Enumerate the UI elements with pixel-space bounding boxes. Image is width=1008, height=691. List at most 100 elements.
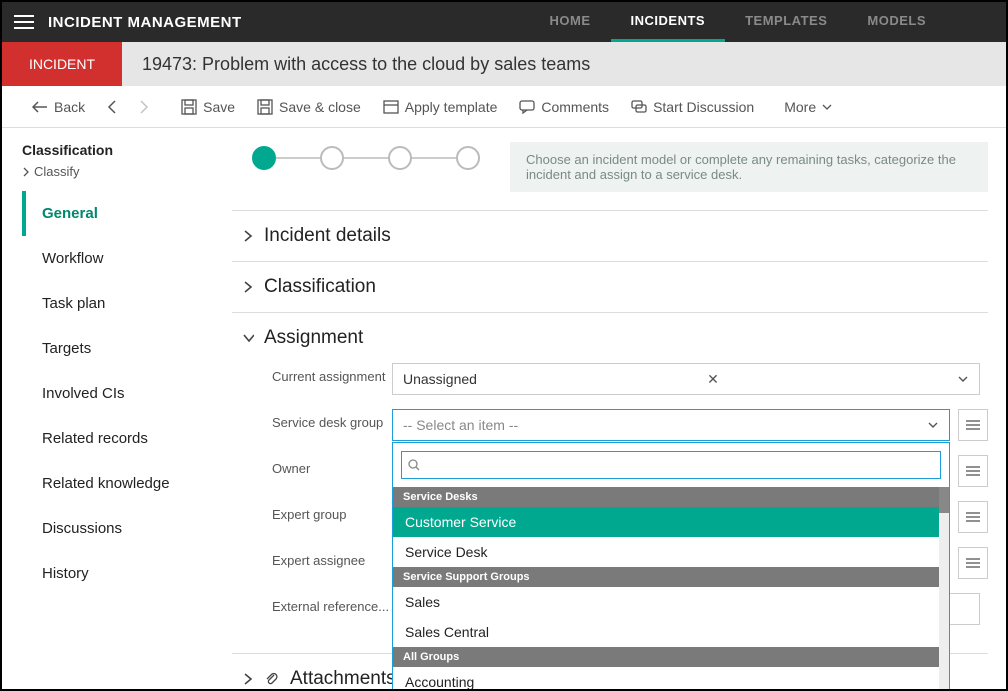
menu-icon[interactable] [2, 2, 46, 42]
section-incident-details: Incident details [232, 210, 988, 261]
record-type-badge: INCIDENT [2, 42, 122, 86]
lookup-button[interactable] [958, 501, 988, 533]
dropdown-list: Service Desks Customer Service Service D… [393, 487, 949, 689]
record-title: 19473: Problem with access to the cloud … [122, 42, 590, 86]
start-discussion-label: Start Discussion [653, 99, 754, 115]
step-connector [344, 157, 388, 159]
step-connector [412, 157, 456, 159]
clear-icon[interactable]: ✕ [707, 371, 719, 388]
sidebar-heading: Classification [22, 142, 232, 158]
back-button[interactable]: Back [22, 95, 95, 119]
sidebar-item-task-plan[interactable]: Task plan [22, 281, 232, 326]
save-icon [181, 99, 197, 115]
chevron-right-icon [242, 280, 254, 294]
save-button[interactable]: Save [171, 95, 245, 119]
list-icon [965, 419, 981, 431]
dropdown-item-customer-service[interactable]: Customer Service [393, 507, 949, 537]
lookup-button[interactable] [958, 547, 988, 579]
record-banner: INCIDENT 19473: Problem with access to t… [2, 42, 1006, 86]
sidebar-item-discussions[interactable]: Discussions [22, 506, 232, 551]
sidebar-item-related-records[interactable]: Related records [22, 416, 232, 461]
chevron-right-icon [22, 167, 30, 177]
sidebar-item-history[interactable]: History [22, 551, 232, 596]
section-classification: Classification [232, 261, 988, 312]
sidebar: Classification Classify General Workflow… [2, 128, 232, 689]
sidebar-item-related-knowledge[interactable]: Related knowledge [22, 461, 232, 506]
service-desk-group-select[interactable]: -- Select an item -- [392, 409, 950, 441]
section-toggle-classification[interactable]: Classification [242, 276, 988, 298]
dropdown-scrollbar[interactable] [939, 487, 949, 689]
sidebar-item-workflow[interactable]: Workflow [22, 236, 232, 281]
comments-label: Comments [541, 99, 609, 115]
list-icon [965, 511, 981, 523]
back-label: Back [54, 99, 85, 115]
step-3[interactable] [388, 146, 412, 170]
field-label: Expert assignee [272, 547, 392, 570]
step-1[interactable] [252, 146, 276, 170]
chevron-down-icon [822, 103, 832, 111]
lookup-button[interactable] [958, 409, 988, 441]
nav-templates[interactable]: TEMPLATES [725, 2, 847, 42]
save-icon [257, 99, 273, 115]
step-4[interactable] [456, 146, 480, 170]
section-assignment: Assignment Current assignment Unassigned… [232, 312, 988, 653]
nav-models[interactable]: MODELS [847, 2, 946, 42]
current-assignment-value: Unassigned [403, 371, 477, 387]
section-title: Incident details [264, 225, 391, 247]
progress-steps [252, 146, 480, 170]
current-assignment-select[interactable]: Unassigned ✕ [392, 363, 980, 395]
comment-icon [519, 100, 535, 114]
dropdown-item-accounting[interactable]: Accounting [393, 667, 949, 689]
top-nav: HOME INCIDENTS TEMPLATES MODELS [530, 2, 946, 42]
dropdown-group-header: Service Desks [393, 487, 949, 507]
progress-row: Choose an incident model or complete any… [232, 142, 988, 192]
chevron-down-icon [927, 420, 939, 430]
main-area: Classification Classify General Workflow… [2, 128, 1006, 689]
chevron-down-icon [957, 374, 969, 384]
prev-button[interactable] [97, 96, 127, 118]
field-label: Expert group [272, 501, 392, 524]
sidebar-item-general[interactable]: General [22, 191, 232, 236]
save-close-button[interactable]: Save & close [247, 95, 371, 119]
sidebar-sub[interactable]: Classify [22, 164, 232, 179]
assignment-fields: Current assignment Unassigned ✕ Service … [242, 349, 988, 625]
start-discussion-button[interactable]: Start Discussion [621, 95, 764, 119]
step-connector [276, 157, 320, 159]
field-label: Current assignment [272, 363, 392, 386]
section-title: Attachments [290, 668, 396, 689]
dropdown-search-input[interactable] [426, 458, 934, 473]
more-menu[interactable]: More [774, 95, 842, 119]
section-toggle-incident-details[interactable]: Incident details [242, 225, 988, 247]
service-desk-group-dropdown: Service Desks Customer Service Service D… [392, 442, 950, 689]
more-label: More [784, 99, 816, 115]
dropdown-item-sales[interactable]: Sales [393, 587, 949, 617]
step-2[interactable] [320, 146, 344, 170]
field-label: Owner [272, 455, 392, 478]
section-toggle-assignment[interactable]: Assignment [242, 327, 988, 349]
sdg-placeholder: -- Select an item -- [403, 417, 518, 433]
field-service-desk-group: Service desk group -- Select an item -- [272, 409, 988, 441]
top-bar: INCIDENT MANAGEMENT HOME INCIDENTS TEMPL… [2, 2, 1006, 42]
lookup-button[interactable] [958, 455, 988, 487]
dropdown-item-sales-central[interactable]: Sales Central [393, 617, 949, 647]
dropdown-item-service-desk[interactable]: Service Desk [393, 537, 949, 567]
save-label: Save [203, 99, 235, 115]
apply-template-label: Apply template [405, 99, 498, 115]
chevron-right-icon [242, 229, 254, 243]
next-button[interactable] [129, 96, 159, 118]
content: Choose an incident model or complete any… [232, 128, 1006, 689]
comments-button[interactable]: Comments [509, 95, 619, 119]
list-icon [965, 465, 981, 477]
sidebar-item-involved-cis[interactable]: Involved CIs [22, 371, 232, 416]
sidebar-item-targets[interactable]: Targets [22, 326, 232, 371]
apply-template-button[interactable]: Apply template [373, 95, 508, 119]
nav-home[interactable]: HOME [530, 2, 611, 42]
dropdown-search[interactable] [401, 451, 941, 479]
dropdown-group-header: All Groups [393, 647, 949, 667]
nav-incidents[interactable]: INCIDENTS [611, 2, 726, 42]
app-title: INCIDENT MANAGEMENT [48, 14, 242, 31]
scrollbar-thumb[interactable] [939, 487, 949, 513]
section-title: Classification [264, 276, 376, 298]
arrow-left-icon [32, 101, 48, 113]
field-label: Service desk group [272, 409, 392, 432]
